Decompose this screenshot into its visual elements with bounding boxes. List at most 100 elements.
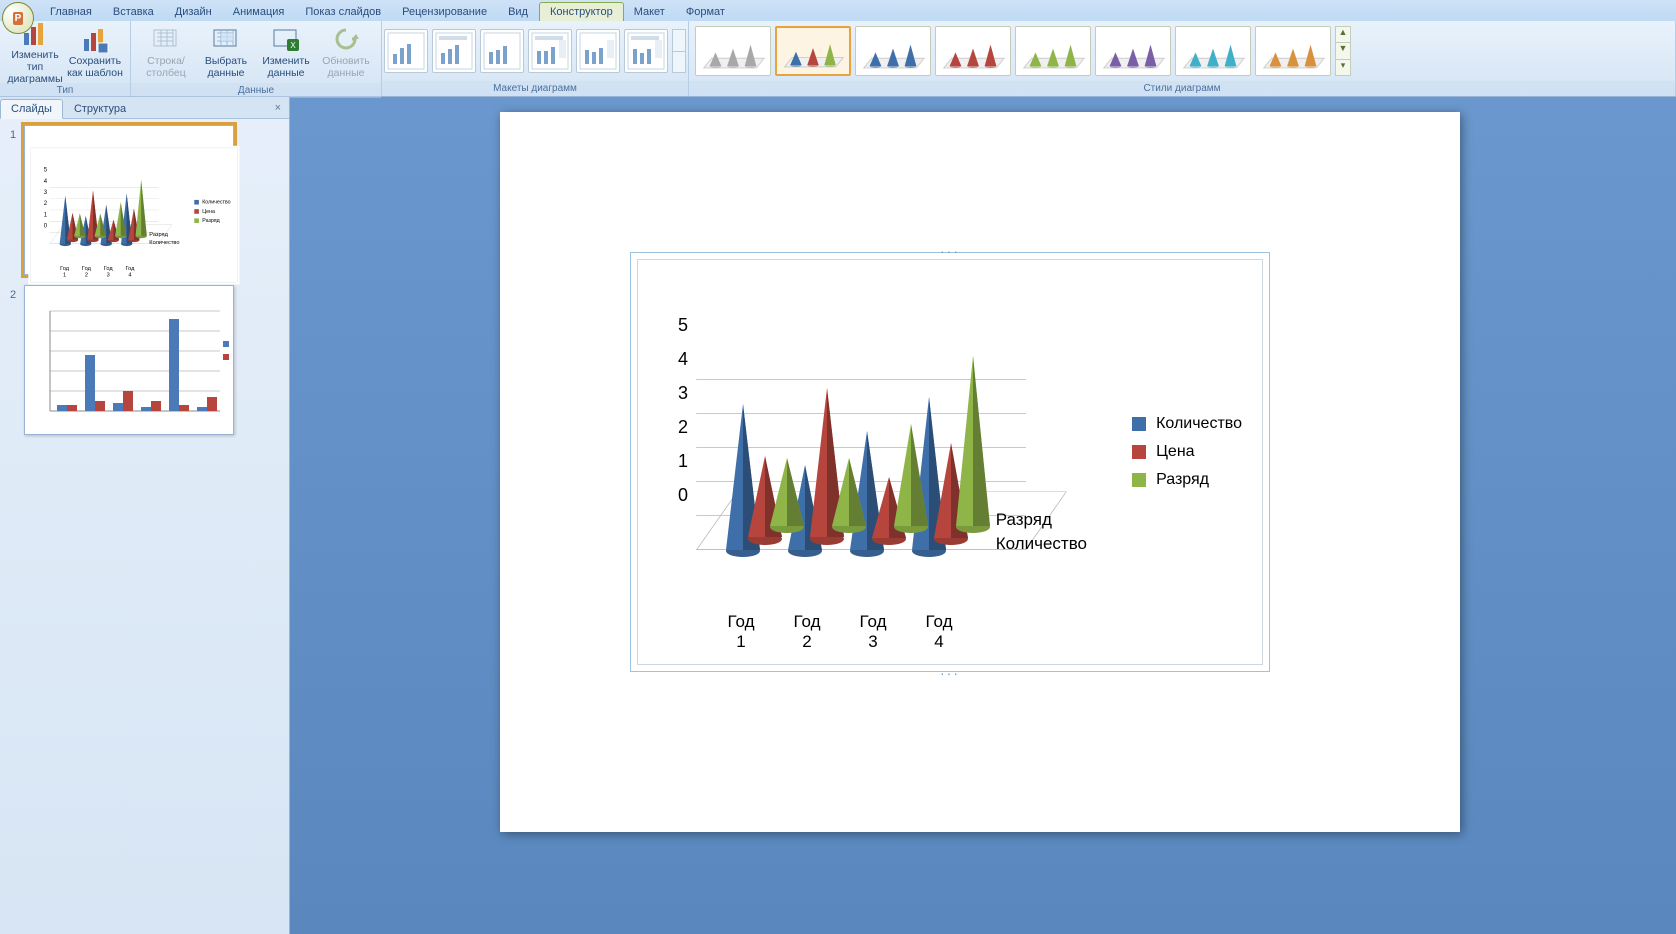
chart-layout-option[interactable]: [576, 29, 620, 73]
pane-tab-slides[interactable]: Слайды: [0, 99, 63, 119]
chart-layout-option[interactable]: [528, 29, 572, 73]
pane-close-button[interactable]: ×: [267, 102, 289, 114]
y-tick-label: 4: [666, 349, 688, 383]
tab-chart-constructor[interactable]: Конструктор: [539, 2, 624, 21]
chart-object[interactable]: 543210 Разряд Количество Количество Цена Р…: [630, 252, 1270, 672]
x-tick-label: Год2: [79, 265, 94, 278]
chart-layout-option[interactable]: [432, 29, 476, 73]
chart-style-option[interactable]: [775, 26, 851, 76]
group-layouts-label: Макеты диаграмм: [382, 81, 688, 96]
edit-data-button[interactable]: X Изменить данные: [257, 23, 315, 81]
slide: 543210 Разряд Количество Количество Цена Р…: [500, 112, 1460, 832]
chart-y-axis: 543210: [40, 166, 47, 233]
group-chart-layouts: Макеты диаграмм: [382, 21, 689, 96]
legend-swatch: [194, 218, 199, 223]
legend-swatch: [194, 200, 199, 205]
y-tick-label: 3: [40, 189, 47, 200]
switch-row-col-icon: [151, 25, 181, 53]
chart-layouts-more-button[interactable]: [672, 29, 686, 73]
slide-number: 2: [10, 285, 24, 301]
chart-plot-area[interactable]: 543210 Разряд Количество Количество Цена Р…: [30, 148, 237, 283]
tab-insert[interactable]: Вставка: [103, 3, 165, 21]
chart-depth-labels: Разряд Количество: [149, 231, 179, 247]
x-tick-label: Год4: [122, 265, 137, 278]
chart-layout-option[interactable]: [480, 29, 524, 73]
group-data-label: Данные: [131, 83, 381, 98]
group-styles-label: Стили диаграмм: [689, 81, 1675, 96]
legend-label: Цена: [202, 209, 215, 215]
pane-tabs: Слайды Структура ×: [0, 97, 289, 119]
tab-design[interactable]: Дизайн: [165, 3, 223, 21]
tab-animation[interactable]: Анимация: [223, 3, 296, 21]
chart-plot-area[interactable]: 543210 Разряд Количество Количество Цена Р…: [637, 259, 1263, 665]
chart-x-axis: Год1Год2Год3Год4: [718, 612, 962, 652]
legend-swatch: [1132, 473, 1146, 487]
x-tick-label: Год1: [718, 612, 764, 652]
legend-item[interactable]: Количество: [1132, 415, 1242, 433]
x-tick-label: Год4: [916, 612, 962, 652]
tab-chart-layout[interactable]: Макет: [624, 3, 676, 21]
chart-object[interactable]: 543210 Разряд Количество Количество Цена Р…: [28, 146, 239, 285]
switch-row-col-button[interactable]: Строка/столбец: [137, 23, 195, 81]
chart-style-option[interactable]: [935, 26, 1011, 76]
legend-item[interactable]: Разряд: [194, 218, 230, 224]
y-tick-label: 2: [666, 417, 688, 451]
save-as-template-button[interactable]: Сохранить как шаблон: [66, 23, 124, 81]
select-data-button[interactable]: Выбрать данные: [197, 23, 255, 81]
thumbnail-row: 1 543210 Разряд Количество Количество Цен…: [10, 125, 279, 275]
legend-item[interactable]: Цена: [194, 209, 230, 215]
group-type-label: Тип: [0, 83, 130, 98]
thumbnails-list: 1 543210 Разряд Количество Количество Цен…: [0, 119, 289, 934]
legend-label: Количество: [1156, 415, 1242, 433]
legend-label: Разряд: [202, 218, 219, 224]
y-tick-label: 1: [666, 451, 688, 485]
legend-item[interactable]: Разряд: [1132, 471, 1242, 489]
y-tick-label: 0: [666, 485, 688, 519]
y-tick-label: 5: [40, 166, 47, 177]
chart-layout-option[interactable]: [384, 29, 428, 73]
slide-canvas[interactable]: 543210 Разряд Количество Количество Цена Р…: [290, 97, 1676, 934]
tab-review[interactable]: Рецензирование: [392, 3, 498, 21]
slide-thumbnail-1[interactable]: 543210 Разряд Количество Количество Цена Р…: [24, 125, 234, 275]
tab-chart-format[interactable]: Формат: [676, 3, 736, 21]
edit-data-icon: X: [271, 25, 301, 53]
chart-style-option[interactable]: [1175, 26, 1251, 76]
chart-y-axis: 543210: [666, 315, 688, 519]
chart-style-option[interactable]: [1015, 26, 1091, 76]
workspace: Слайды Структура × 1 543210 Разряд Колич…: [0, 97, 1676, 934]
refresh-data-button[interactable]: Обновить данные: [317, 23, 375, 81]
office-button[interactable]: P: [2, 2, 34, 34]
chart-legend[interactable]: Количество Цена Разряд: [1132, 415, 1242, 499]
y-tick-label: 0: [40, 222, 47, 233]
legend-item[interactable]: Количество: [194, 199, 230, 205]
chart-style-option[interactable]: [855, 26, 931, 76]
chart-styles-more-button[interactable]: ▲▼▾: [1335, 26, 1351, 76]
x-tick-label: Год1: [57, 265, 72, 278]
x-tick-label: Год3: [101, 265, 116, 278]
chart-style-option[interactable]: [1255, 26, 1331, 76]
chart-x-axis: Год1 Год2 Год3 Год4: [57, 265, 138, 278]
legend-item[interactable]: Цена: [1132, 443, 1242, 461]
chart-style-option[interactable]: [1095, 26, 1171, 76]
ribbon: Изменить тип диаграммы Сохранить как шаб…: [0, 21, 1676, 97]
y-tick-label: 4: [40, 177, 47, 188]
legend-swatch: [194, 209, 199, 214]
pane-tab-outline[interactable]: Структура: [63, 99, 137, 119]
group-chart-styles: ▲▼▾ Стили диаграмм: [689, 21, 1676, 96]
legend-label: Разряд: [1156, 471, 1209, 489]
legend-label: Цена: [1156, 443, 1194, 461]
x-tick-label: Год2: [784, 612, 830, 652]
slide-thumbnail-2[interactable]: [24, 285, 234, 435]
y-tick-label: 2: [40, 200, 47, 211]
slide-number: 1: [10, 125, 24, 141]
chart-style-option[interactable]: [695, 26, 771, 76]
tab-slideshow[interactable]: Показ слайдов: [295, 3, 392, 21]
y-tick-label: 3: [666, 383, 688, 417]
thumbnail-row: 2: [10, 285, 279, 435]
select-data-icon: [211, 25, 241, 53]
chart-legend[interactable]: Количество Цена Разряд: [194, 199, 230, 227]
tab-view[interactable]: Вид: [498, 3, 539, 21]
chart-layout-option[interactable]: [624, 29, 668, 73]
legend-swatch: [1132, 445, 1146, 459]
group-data: Строка/столбец Выбрать данные X Изменить…: [131, 21, 382, 96]
